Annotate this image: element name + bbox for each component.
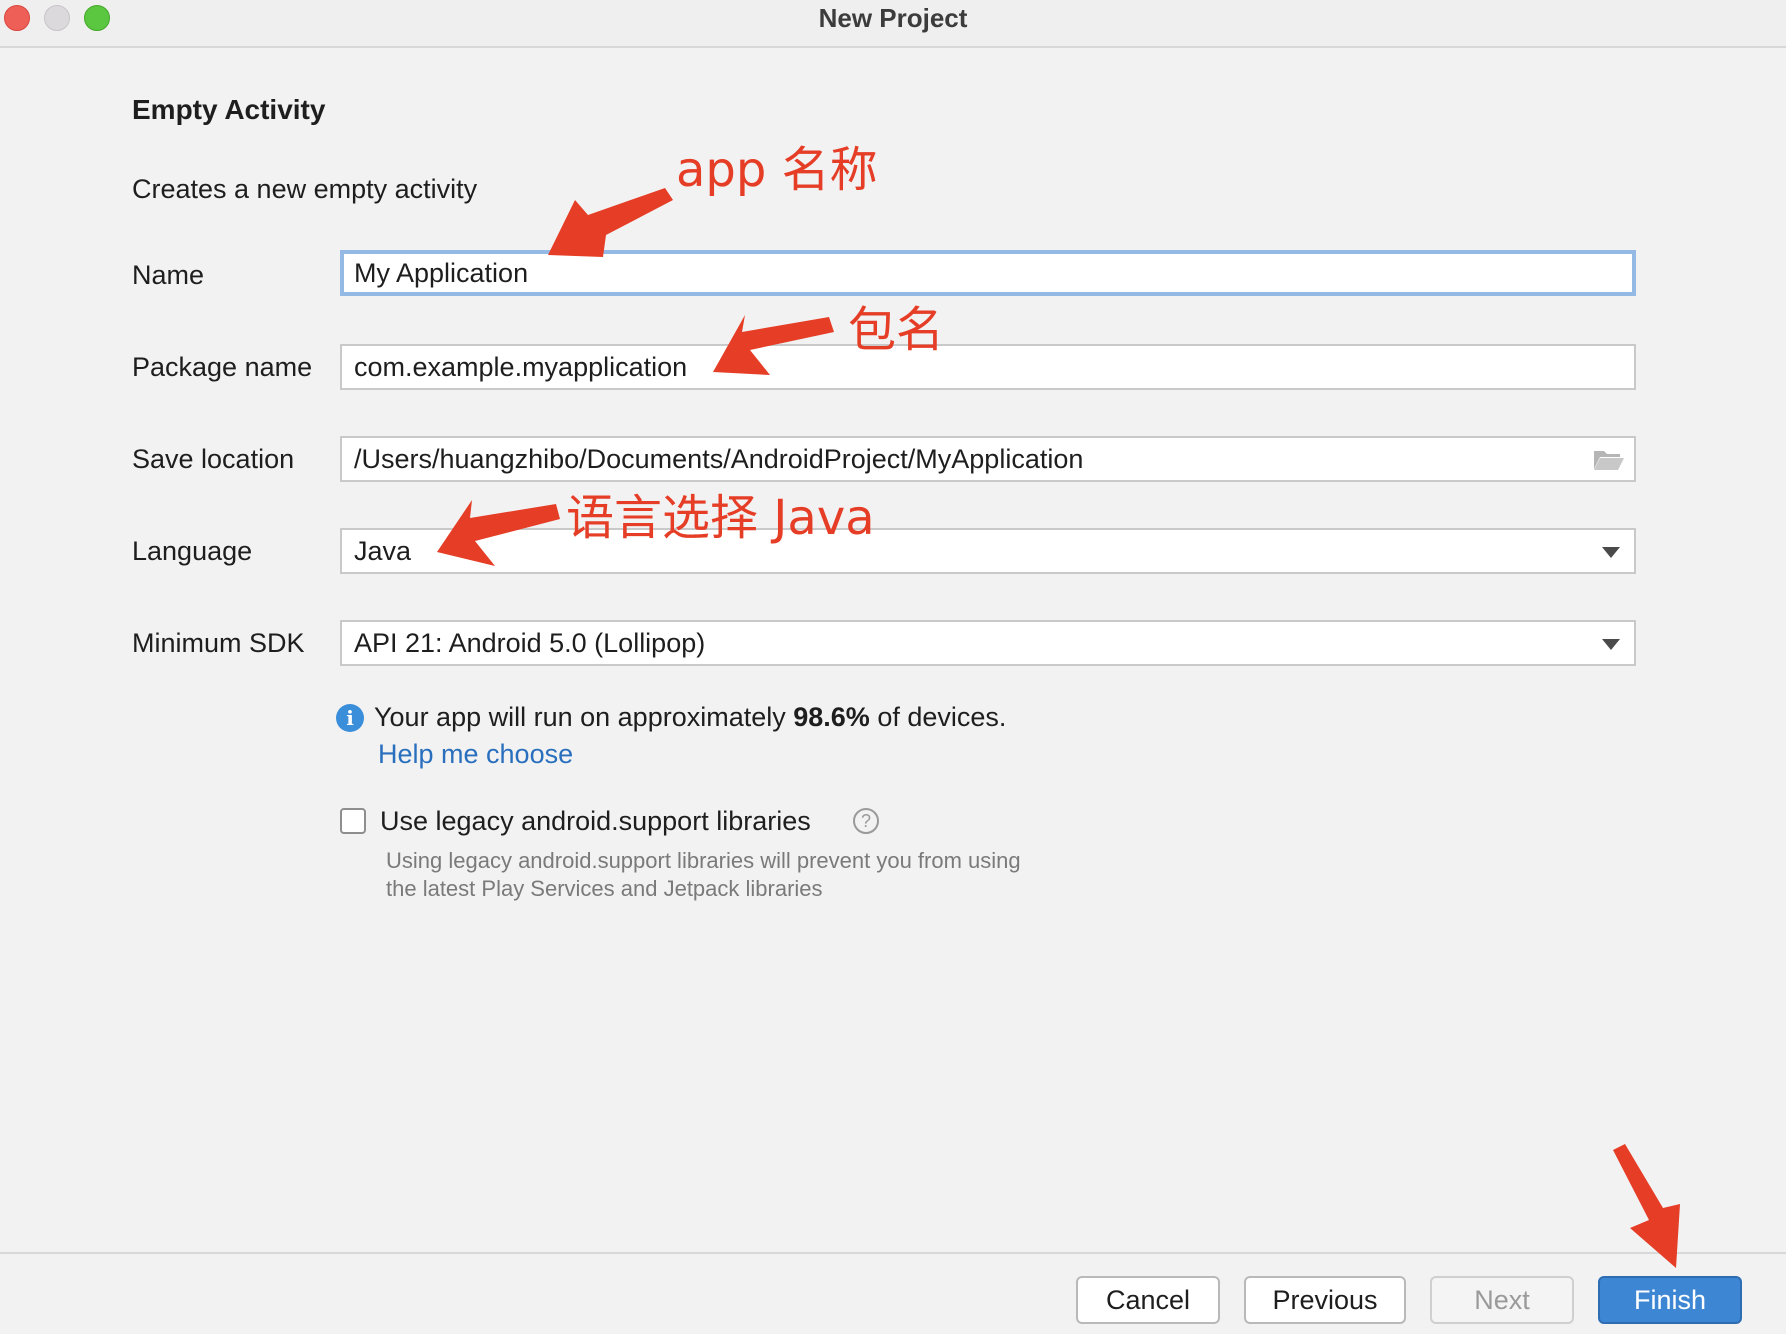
save-location-value: /Users/huangzhibo/Documents/AndroidProje… (354, 444, 1084, 474)
new-project-window: New Project Empty Activity Creates a new… (0, 0, 1786, 1334)
package-name-label: Package name (132, 352, 313, 382)
language-label: Language (132, 536, 253, 566)
chevron-down-icon (1602, 639, 1620, 650)
chevron-down-icon (1602, 547, 1620, 558)
help-me-choose-link[interactable]: Help me choose (378, 739, 573, 770)
page-title: Empty Activity (132, 94, 326, 125)
footer-divider (0, 1252, 1786, 1254)
package-name-input[interactable] (340, 344, 1636, 390)
annotation-app-name: app 名称 (676, 142, 878, 198)
next-button[interactable]: Next (1430, 1276, 1574, 1324)
annotation-language: 语言选择 Java (566, 490, 875, 546)
annotation-package-name: 包名 (848, 302, 945, 358)
legacy-hint-line-1: Using legacy android.support libraries w… (386, 848, 1021, 873)
legacy-support-checkbox[interactable] (340, 808, 366, 834)
help-icon[interactable]: ? (853, 808, 879, 834)
language-select[interactable]: Java (340, 528, 1636, 574)
language-value: Java (354, 536, 412, 566)
save-location-label: Save location (132, 444, 295, 474)
previous-button[interactable]: Previous (1244, 1276, 1406, 1324)
cancel-button[interactable]: Cancel (1076, 1276, 1220, 1324)
finish-button[interactable]: Finish (1598, 1276, 1742, 1324)
title-bar: New Project (0, 0, 1786, 48)
save-location-field[interactable]: /Users/huangzhibo/Documents/AndroidProje… (340, 436, 1636, 482)
device-coverage-percent: 98.6% (793, 702, 870, 732)
legacy-hint-line-2: the latest Play Services and Jetpack lib… (386, 876, 823, 901)
arrow-icon (1613, 1144, 1680, 1268)
info-icon: i (336, 704, 364, 732)
minimum-sdk-value: API 21: Android 5.0 (Lollipop) (354, 628, 706, 658)
name-input[interactable] (340, 250, 1636, 296)
device-coverage-text: Your app will run on approximately 98.6%… (374, 702, 1007, 732)
minimum-sdk-select[interactable]: API 21: Android 5.0 (Lollipop) (340, 620, 1636, 666)
window-title: New Project (818, 3, 968, 33)
page-subtitle: Creates a new empty activity (132, 174, 478, 204)
arrow-icon (548, 188, 673, 257)
name-label: Name (132, 260, 205, 290)
folder-icon[interactable] (1592, 445, 1626, 473)
legacy-support-label[interactable]: Use legacy android.support libraries (380, 806, 811, 837)
minimum-sdk-label: Minimum SDK (132, 628, 305, 658)
